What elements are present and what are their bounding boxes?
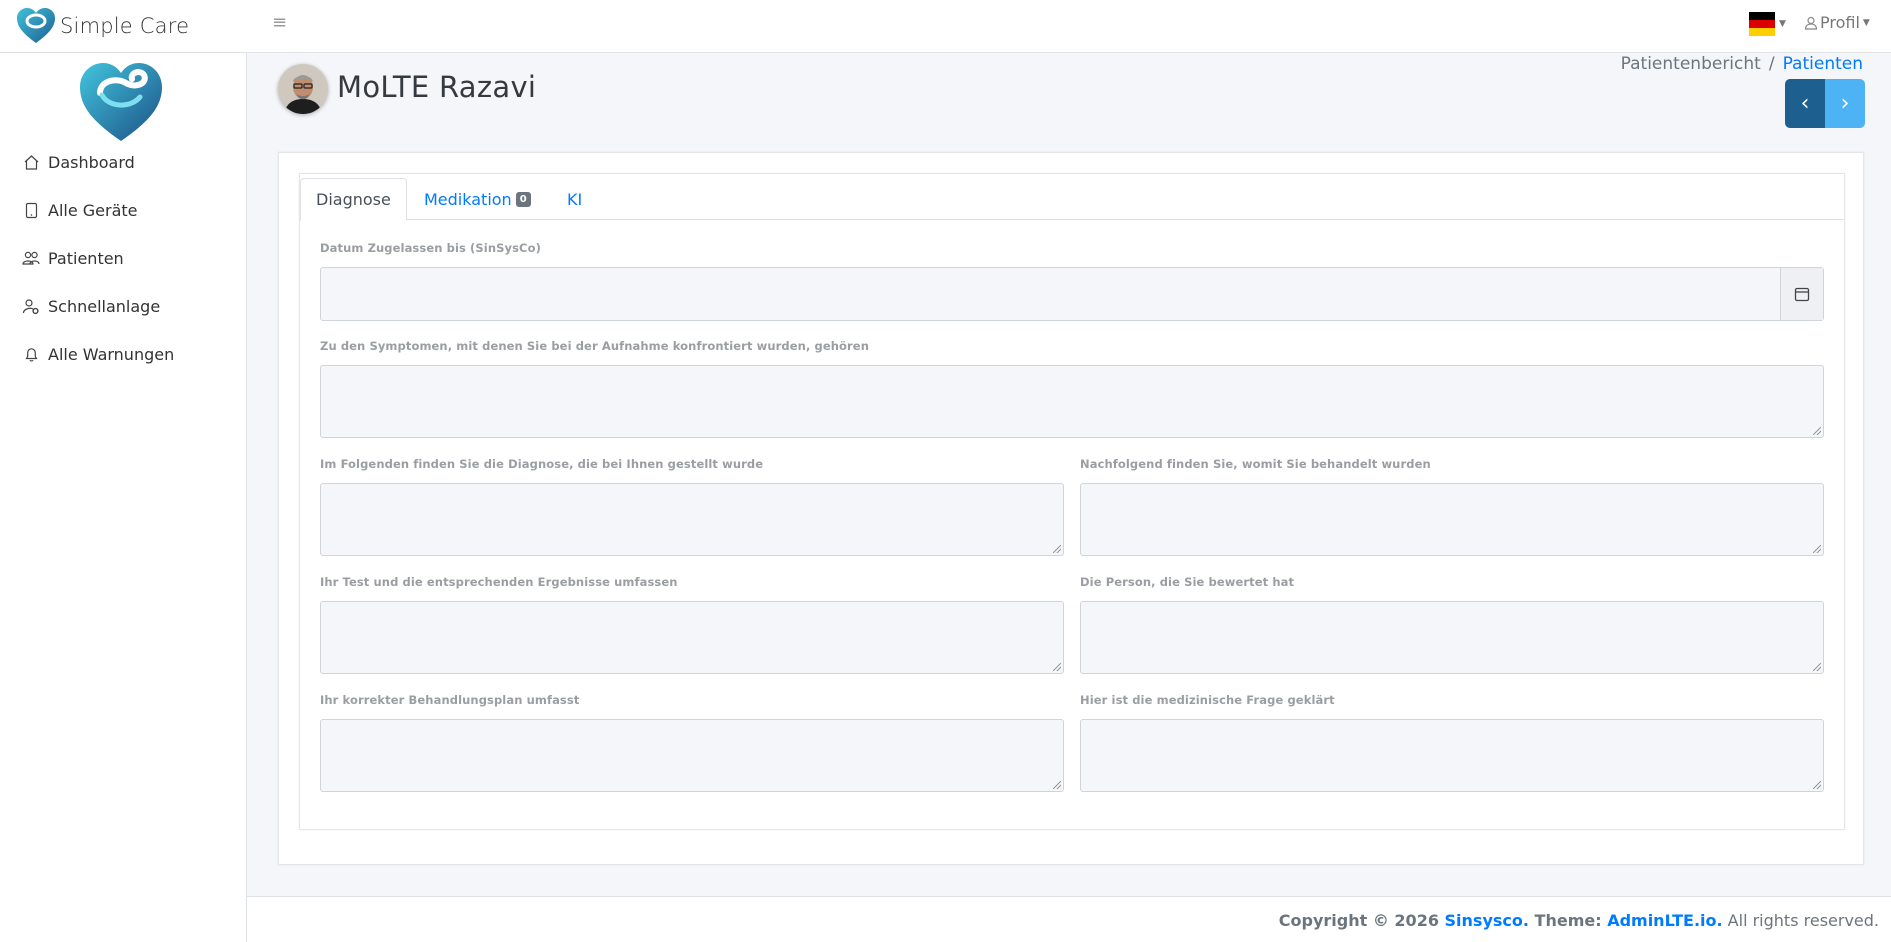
evaluator-textarea[interactable] (1080, 601, 1824, 674)
theme-link[interactable]: AdminLTE.io. (1607, 911, 1722, 930)
count-badge: 0 (515, 191, 531, 207)
brand-name: Simple Care (60, 14, 190, 38)
menu-toggle-icon[interactable]: ≡ (272, 12, 287, 33)
sidebar-item-patients[interactable]: Patienten (22, 249, 124, 268)
sidebar-item-label: Patienten (48, 249, 124, 268)
theme-prefix: Theme: (1528, 911, 1608, 930)
next-button[interactable]: › (1825, 79, 1865, 128)
plan-label: Ihr korrekter Behandlungsplan umfasst (320, 693, 580, 707)
bell-icon (22, 346, 40, 364)
footer: Copyright © 2026 Sinsysco. Theme: AdminL… (247, 896, 1891, 942)
tablet-icon (22, 202, 40, 220)
sidebar-item-dashboard[interactable]: Dashboard (22, 153, 135, 172)
breadcrumb-current[interactable]: Patienten (1783, 54, 1863, 74)
symptoms-label: Zu den Symptomen, mit denen Sie bei der … (320, 339, 869, 353)
company-link[interactable]: Sinsysco. (1445, 911, 1529, 930)
sidebar-item-label: Dashboard (48, 153, 135, 172)
tests-textarea[interactable] (320, 601, 1064, 674)
sidebar-item-devices[interactable]: Alle Geräte (22, 201, 138, 220)
page-title: MoLTE Razavi (337, 70, 537, 104)
treated-textarea[interactable] (1080, 483, 1824, 556)
calendar-button[interactable] (1780, 268, 1823, 320)
evaluator-label: Die Person, die Sie bewertet hat (1080, 575, 1295, 589)
treated-label: Nachfolgend finden Sie, womit Sie behand… (1080, 457, 1431, 471)
question-label: Hier ist die medizinische Frage geklärt (1080, 693, 1335, 707)
patient-avatar (278, 64, 328, 114)
sidebar-item-label: Schnellanlage (48, 297, 161, 316)
sidebar-item-label: Alle Geräte (48, 201, 138, 220)
sidebar: Dashboard Alle Geräte Patienten Schnella… (0, 53, 247, 942)
tab-label: Medikation (424, 189, 512, 209)
house-icon (22, 154, 40, 172)
report-card: Diagnose Medikation 0 KI Datum Zugelasse… (278, 152, 1864, 865)
breadcrumb-parent[interactable]: Patientenbericht (1621, 54, 1761, 74)
question-textarea[interactable] (1080, 719, 1824, 792)
resize-handle-icon[interactable] (1053, 545, 1061, 553)
resize-handle-icon[interactable] (1813, 663, 1821, 671)
sidebar-item-label: Alle Warnungen (48, 345, 175, 364)
people-icon (22, 250, 40, 268)
breadcrumb-separator: / (1768, 54, 1775, 74)
tab-bar: Diagnose Medikation 0 KI (300, 174, 1844, 221)
previous-button[interactable]: ‹ (1785, 79, 1825, 128)
heart-logo-icon (17, 8, 55, 43)
sidebar-item-quick-setup[interactable]: Schnellanlage (22, 297, 160, 316)
german-flag-icon (1749, 12, 1775, 36)
resize-handle-icon[interactable] (1813, 545, 1821, 553)
brand-link[interactable]: Simple Care (16, 4, 189, 48)
language-dropdown[interactable]: ▼ (1749, 12, 1786, 36)
tests-label: Ihr Test und die entsprechenden Ergebnis… (320, 575, 678, 589)
chevron-down-icon: ▼ (1862, 17, 1870, 28)
calendar-icon (1794, 287, 1810, 302)
profile-label: Profil (1820, 13, 1860, 32)
person-gear-icon (22, 298, 40, 316)
chevron-right-icon: › (1840, 90, 1850, 116)
heart-logo-icon (80, 63, 162, 141)
tab-label: Diagnose (316, 190, 391, 209)
tab-diagnose[interactable]: Diagnose (300, 178, 407, 221)
tab-ki[interactable]: KI (552, 178, 597, 220)
tab-medikation[interactable]: Medikation 0 (409, 178, 546, 220)
diagnosis-label: Im Folgenden finden Sie die Diagnose, di… (320, 457, 764, 471)
breadcrumb: Patientenbericht / Patienten (1621, 54, 1863, 74)
user-icon (1804, 16, 1818, 30)
resize-handle-icon[interactable] (1813, 427, 1821, 435)
top-navbar: Simple Care ≡ ▼ Profil ▼ (0, 0, 1891, 53)
rights-text: All rights reserved. (1722, 911, 1879, 930)
resize-handle-icon[interactable] (1053, 663, 1061, 671)
copyright-text: Copyright © 2026 Sinsysco. Theme: AdminL… (1279, 911, 1879, 930)
resize-handle-icon[interactable] (1813, 781, 1821, 789)
date-input[interactable] (320, 267, 1824, 321)
tab-label: KI (567, 189, 583, 209)
diagnosis-textarea[interactable] (320, 483, 1064, 556)
chevron-down-icon: ▼ (1779, 19, 1786, 29)
copyright-prefix: Copyright © 2026 (1278, 911, 1445, 930)
sidebar-item-warnings[interactable]: Alle Warnungen (22, 345, 174, 364)
symptoms-textarea[interactable] (320, 365, 1824, 438)
chevron-left-icon: ‹ (1800, 90, 1810, 116)
tab-container: Diagnose Medikation 0 KI Datum Zugelasse… (299, 173, 1845, 830)
profile-dropdown[interactable]: Profil ▼ (1804, 13, 1870, 32)
patient-pager: ‹ › (1785, 79, 1865, 128)
resize-handle-icon[interactable] (1053, 781, 1061, 789)
plan-textarea[interactable] (320, 719, 1064, 792)
date-label: Datum Zugelassen bis (SinSysCo) (320, 241, 541, 255)
